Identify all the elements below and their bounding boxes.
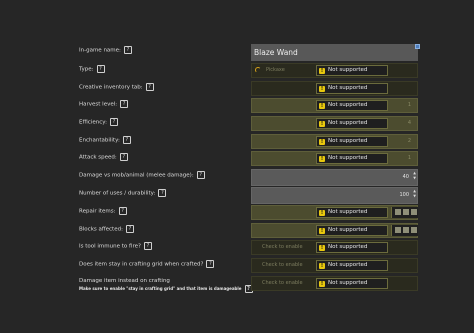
not-supported-badge: ! Not supported <box>316 65 388 76</box>
warning-icon: ! <box>319 210 325 216</box>
label-attack-speed: Attack speed:? <box>79 153 128 162</box>
not-supported-badge: ! Not supported <box>316 207 388 218</box>
help-icon[interactable]: ? <box>196 171 205 179</box>
item-slot[interactable] <box>395 227 401 233</box>
repair-item-slots[interactable] <box>391 207 418 218</box>
item-slot[interactable] <box>411 209 417 215</box>
warning-icon: ! <box>319 245 325 251</box>
help-icon[interactable]: ? <box>122 136 131 144</box>
help-icon[interactable]: ? <box>206 260 215 268</box>
not-supported-badge: ! Not supported <box>316 100 388 111</box>
immune-fire-checkbox[interactable]: Check to enable <box>262 241 303 254</box>
help-icon[interactable]: ? <box>158 189 167 197</box>
help-icon[interactable]: ? <box>109 118 118 126</box>
pickaxe-icon <box>255 67 261 73</box>
label-damage-vs-mob: Damage vs mob/animal (melee damage):? <box>79 171 205 180</box>
stay-in-grid-row[interactable]: Check to enable ! Not supported <box>251 258 418 273</box>
not-supported-badge: ! Not supported <box>316 242 388 253</box>
help-icon[interactable]: ? <box>96 65 105 73</box>
damage-spinner[interactable]: ▲ ▼ <box>413 171 416 181</box>
not-supported-badge: ! Not supported <box>316 118 388 129</box>
type-value: Pickaxe <box>266 67 285 73</box>
warning-icon: ! <box>319 103 325 109</box>
label-immune-fire: Is tool immune to fire?? <box>79 242 152 251</box>
label-in-game-name: In-game name:? <box>79 46 132 55</box>
label-creative-tab: Creative inventory tab:? <box>79 83 154 92</box>
attack-speed-row[interactable]: ! Not supported 1 <box>251 151 418 166</box>
help-icon[interactable]: ? <box>125 225 134 233</box>
item-slot[interactable] <box>403 227 409 233</box>
warning-icon: ! <box>319 281 325 287</box>
immune-fire-row[interactable]: Check to enable ! Not supported <box>251 240 418 255</box>
efficiency-row[interactable]: ! Not supported 4 <box>251 116 418 131</box>
resize-handle[interactable] <box>415 44 420 49</box>
item-slot[interactable] <box>411 227 417 233</box>
label-uses: Number of uses / durability:? <box>79 189 167 198</box>
creative-tab-row[interactable]: ! Not supported <box>251 81 418 96</box>
help-icon[interactable]: ? <box>123 46 132 54</box>
label-blocks-affected: Blocks affected:? <box>79 225 134 234</box>
label-stay-in-grid: Does item stay in crafting grid when cra… <box>79 260 215 269</box>
help-icon[interactable]: ? <box>118 207 127 215</box>
type-row[interactable]: Pickaxe ! Not supported <box>251 63 418 78</box>
repair-items-row[interactable]: ! Not supported <box>251 205 418 220</box>
warning-icon: ! <box>319 228 325 234</box>
efficiency-value: 4 <box>407 120 411 126</box>
damage-value: 40 <box>402 174 409 180</box>
not-supported-badge: ! Not supported <box>316 153 388 164</box>
label-repair-items: Repair items:? <box>79 207 127 216</box>
label-harvest-level: Harvest level:? <box>79 100 129 109</box>
harvest-level-row[interactable]: ! Not supported 1 <box>251 98 418 113</box>
not-supported-badge: ! Not supported <box>316 225 388 236</box>
attack-speed-value: 1 <box>407 155 411 161</box>
item-slot[interactable] <box>403 209 409 215</box>
damage-on-crafting-checkbox[interactable]: Check to enable <box>262 277 303 290</box>
warning-icon: ! <box>319 139 325 145</box>
warning-icon: ! <box>319 68 325 74</box>
label-damage-on-crafting-note: Make sure to enable "stay in crafting gr… <box>79 285 253 293</box>
in-game-name-input[interactable]: Blaze Wand <box>251 44 418 61</box>
warning-icon: ! <box>319 86 325 92</box>
label-enchantability: Enchantability:? <box>79 136 131 145</box>
help-icon[interactable]: ? <box>120 100 129 108</box>
not-supported-badge: ! Not supported <box>316 83 388 94</box>
label-damage-on-crafting: Damage item instead on crafting Make sure… <box>79 278 253 293</box>
harvest-level-value: 1 <box>407 102 411 108</box>
damage-input[interactable]: 40 ▲ ▼ <box>251 169 418 186</box>
not-supported-badge: ! Not supported <box>316 278 388 289</box>
enchantability-value: 2 <box>407 138 411 144</box>
not-supported-badge: ! Not supported <box>316 260 388 271</box>
help-icon[interactable]: ? <box>145 83 154 91</box>
item-slot[interactable] <box>395 209 401 215</box>
not-supported-badge: ! Not supported <box>316 136 388 147</box>
label-efficiency: Efficiency:? <box>79 118 118 127</box>
label-type: Type:? <box>79 65 105 74</box>
damage-on-crafting-row[interactable]: Check to enable ! Not supported <box>251 276 418 291</box>
help-icon[interactable]: ? <box>143 242 152 250</box>
warning-icon: ! <box>319 121 325 127</box>
uses-input[interactable]: 100 ▲ ▼ <box>251 187 418 204</box>
enchantability-row[interactable]: ! Not supported 2 <box>251 134 418 149</box>
block-slots[interactable] <box>391 225 418 236</box>
warning-icon: ! <box>319 156 325 162</box>
stay-in-grid-checkbox[interactable]: Check to enable <box>262 259 303 272</box>
blocks-affected-row[interactable]: ! Not supported <box>251 223 418 238</box>
uses-value: 100 <box>399 192 409 198</box>
uses-spinner[interactable]: ▲ ▼ <box>413 189 416 199</box>
help-icon[interactable]: ? <box>119 153 128 161</box>
warning-icon: ! <box>319 263 325 269</box>
